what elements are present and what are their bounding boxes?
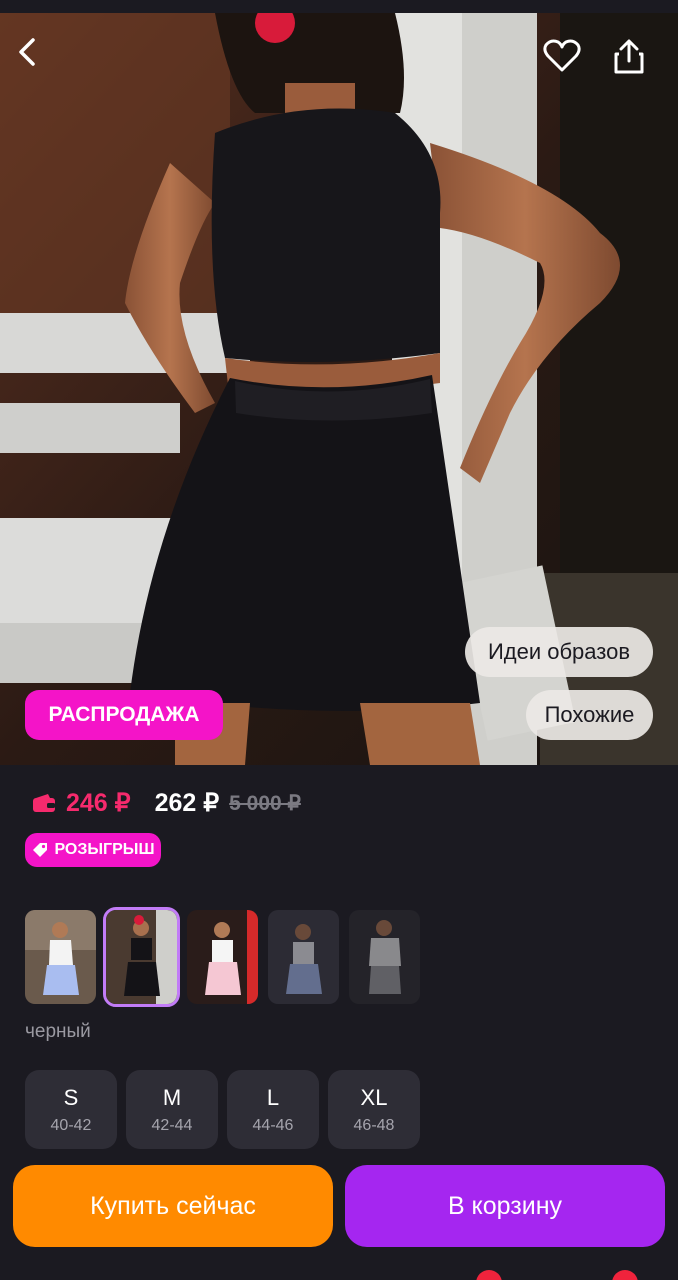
size-name: M [162, 1084, 182, 1110]
thumbnail-image [187, 910, 258, 1004]
size-name: XL [360, 1084, 388, 1110]
thumbnail-image [106, 910, 177, 1004]
thumbnail-image [349, 910, 420, 1004]
product-image[interactable]: Идеи образов Похожие РАСПРОДАЖА [0, 13, 678, 765]
raffle-label: РОЗЫГРЫШ [54, 841, 155, 858]
sale-badge: РАСПРОДАЖА [25, 690, 223, 740]
color-option-gray[interactable] [349, 910, 420, 1004]
share-button[interactable] [613, 39, 661, 87]
buy-now-button[interactable]: Купить сейчас [13, 1165, 333, 1247]
selected-color-label: черный [25, 1021, 91, 1042]
thumbnail-image [268, 910, 339, 1004]
chevron-left-icon [19, 38, 35, 66]
size-name: S [63, 1084, 79, 1110]
color-option-blue[interactable] [268, 910, 339, 1004]
size-range: 40-42 [50, 1116, 92, 1134]
add-to-cart-button[interactable]: В корзину [345, 1165, 665, 1247]
regular-price: 262 ₽ [154, 789, 220, 817]
wallet-price: 246 ₽ [66, 789, 131, 817]
price-row: 246 ₽ 262 ₽ 5 000 ₽ [32, 786, 301, 820]
wallet-icon [33, 794, 55, 812]
size-option-xl[interactable]: XL 46-48 [328, 1070, 420, 1149]
back-button[interactable] [16, 37, 64, 85]
similar-items-button[interactable]: Похожие [526, 690, 653, 740]
notification-badge [612, 1270, 638, 1280]
size-option-l[interactable]: L 44-46 [227, 1070, 319, 1149]
size-option-m[interactable]: M 42-44 [126, 1070, 218, 1149]
outfit-ideas-button[interactable]: Идеи образов [465, 627, 653, 677]
color-option-black[interactable] [103, 907, 180, 1007]
color-option-white[interactable] [25, 910, 96, 1004]
status-strip [0, 0, 678, 13]
size-range: 44-46 [252, 1116, 294, 1134]
notification-badge [476, 1270, 502, 1280]
size-range: 46-48 [353, 1116, 395, 1134]
tag-icon [33, 843, 48, 857]
share-icon [614, 39, 644, 74]
size-options: S 40-42 M 42-44 L 44-46 XL 46-48 [25, 1070, 429, 1149]
color-option-pink[interactable] [187, 910, 258, 1004]
size-range: 42-44 [151, 1116, 193, 1134]
favorite-button[interactable] [543, 39, 591, 87]
old-price: 5 000 ₽ [229, 791, 301, 815]
thumbnail-image [25, 910, 96, 1004]
size-option-s[interactable]: S 40-42 [25, 1070, 117, 1149]
color-options [25, 907, 430, 1007]
heart-icon [543, 39, 581, 72]
raffle-badge[interactable]: РОЗЫГРЫШ [25, 833, 161, 867]
size-name: L [266, 1084, 280, 1110]
